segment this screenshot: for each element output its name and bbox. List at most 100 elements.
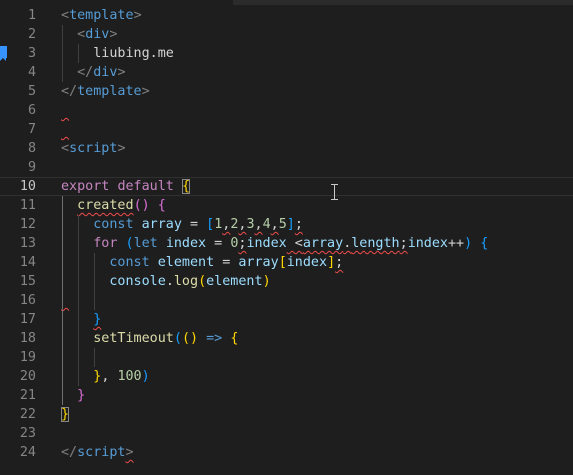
code-text[interactable]: <script> [61, 139, 126, 158]
code-token: </ [61, 445, 78, 460]
code-line[interactable]: 8 <script> [0, 139, 573, 158]
code-token: => [206, 331, 223, 346]
code-line[interactable]: 15 console.log(element) [0, 272, 573, 291]
code-text[interactable]: export default { [61, 178, 190, 195]
horizontal-scrollbar[interactable] [0, 0, 573, 5]
line-number[interactable]: 22 [0, 405, 36, 424]
indent-guide [78, 44, 79, 63]
code-line[interactable]: 13 for (let index = 0;index <array.lengt… [0, 234, 573, 253]
line-number[interactable]: 23 [0, 424, 36, 443]
line-number[interactable]: 15 [0, 272, 36, 291]
code-line[interactable]: 16 [0, 291, 573, 310]
code-line[interactable]: 7 [0, 120, 573, 139]
code-line[interactable]: 22} [0, 405, 573, 424]
line-number[interactable]: 8 [0, 139, 36, 158]
code-line[interactable]: 3 liubing.me [0, 44, 573, 63]
code-token: > [117, 65, 126, 80]
code-line[interactable]: 11 created() { [0, 196, 573, 215]
code-line[interactable]: 14 const element = array[index]; [0, 253, 573, 272]
line-number[interactable]: 10 [0, 178, 36, 195]
code-text[interactable]: } [61, 386, 85, 405]
code-text[interactable] [61, 101, 69, 120]
line-number[interactable]: 4 [0, 63, 36, 82]
code-token: div [85, 27, 110, 42]
code-text[interactable]: } [61, 405, 70, 424]
line-number[interactable]: 16 [0, 291, 36, 310]
code-line[interactable]: 5 </template> [0, 82, 573, 101]
horizontal-scrollbar-thumb[interactable] [233, 0, 573, 5]
code-token: script [69, 141, 118, 156]
code-text[interactable]: for (let index = 0;index <array.length;i… [61, 234, 488, 253]
code-token: console [109, 274, 166, 289]
code-line[interactable]: 17 } [0, 310, 573, 329]
code-token: 5 [278, 217, 287, 232]
line-number[interactable]: 13 [0, 234, 36, 253]
line-number[interactable]: 9 [0, 158, 36, 177]
code-text[interactable]: </script> [61, 443, 134, 462]
code-text[interactable]: </div> [61, 63, 126, 82]
code-line[interactable]: 12 const array = [1,2,3,4,5]; [0, 215, 573, 234]
code-token: ) [141, 369, 150, 384]
code-line[interactable]: 1 <template> [0, 6, 573, 25]
code-token: = [181, 217, 207, 232]
line-number[interactable]: 18 [0, 329, 36, 348]
indent-guide [94, 348, 95, 367]
code-editor[interactable]: 1 <template> 2 <div> 3 liubing.me 4 </div> 5 <… [0, 0, 573, 475]
line-number[interactable]: 21 [0, 386, 36, 405]
code-text[interactable]: console.log(element) [61, 272, 270, 291]
line-number[interactable]: 1 [0, 6, 36, 25]
code-text[interactable]: <template> [61, 6, 142, 25]
code-text[interactable]: const array = [1,2,3,4,5]; [61, 215, 303, 234]
line-number[interactable]: 14 [0, 253, 36, 272]
code-token: ] [286, 217, 295, 232]
code-line[interactable]: 20 }, 100) [0, 367, 573, 386]
line-number[interactable]: 20 [0, 367, 36, 386]
code-token: array [141, 217, 182, 232]
code-token: () [133, 198, 150, 213]
code-token: . [165, 274, 174, 289]
code-line[interactable]: 9 [0, 158, 573, 177]
line-number[interactable]: 5 [0, 82, 36, 101]
code-text[interactable] [61, 120, 69, 139]
code-line[interactable]: 21 } [0, 386, 573, 405]
line-number[interactable]: 17 [0, 310, 36, 329]
code-line[interactable]: 23 [0, 424, 573, 443]
indent-guide [78, 215, 79, 386]
code-line[interactable]: 18 setTimeout(() => { [0, 329, 573, 348]
line-number[interactable]: 2 [0, 25, 36, 44]
code-token: element [157, 255, 215, 270]
code-line[interactable]: 10 export default { [0, 177, 573, 196]
code-token: < [286, 236, 303, 251]
code-line[interactable]: 2 <div> [0, 25, 573, 44]
line-number[interactable]: 12 [0, 215, 36, 234]
code-text[interactable]: </template> [61, 82, 150, 101]
code-line[interactable]: 6 [0, 101, 573, 120]
line-number[interactable]: 24 [0, 443, 36, 462]
line-number[interactable]: 7 [0, 120, 36, 139]
code-line[interactable]: 24 </script> [0, 443, 573, 462]
code-text[interactable]: }, 100) [61, 367, 150, 386]
line-number[interactable]: 19 [0, 348, 36, 367]
code-text[interactable]: setTimeout(() => { [61, 329, 238, 348]
line-number[interactable]: 3 [0, 44, 36, 63]
code-text[interactable]: <div> [61, 25, 117, 44]
code-token: ) [464, 236, 473, 251]
code-token: index [246, 236, 287, 251]
line-number[interactable]: 6 [0, 101, 36, 120]
code-token: ; [335, 255, 344, 270]
code-token: const [109, 255, 150, 270]
code-text[interactable]: const element = array[index]; [61, 253, 343, 272]
code-line[interactable]: 4 </div> [0, 63, 573, 82]
line-number[interactable]: 11 [0, 196, 36, 215]
code-text[interactable]: created() { [61, 196, 166, 215]
code-token: { [181, 179, 190, 194]
code-token: index [286, 255, 328, 270]
code-line[interactable]: 19 [0, 348, 573, 367]
code-text[interactable]: } [61, 310, 101, 329]
